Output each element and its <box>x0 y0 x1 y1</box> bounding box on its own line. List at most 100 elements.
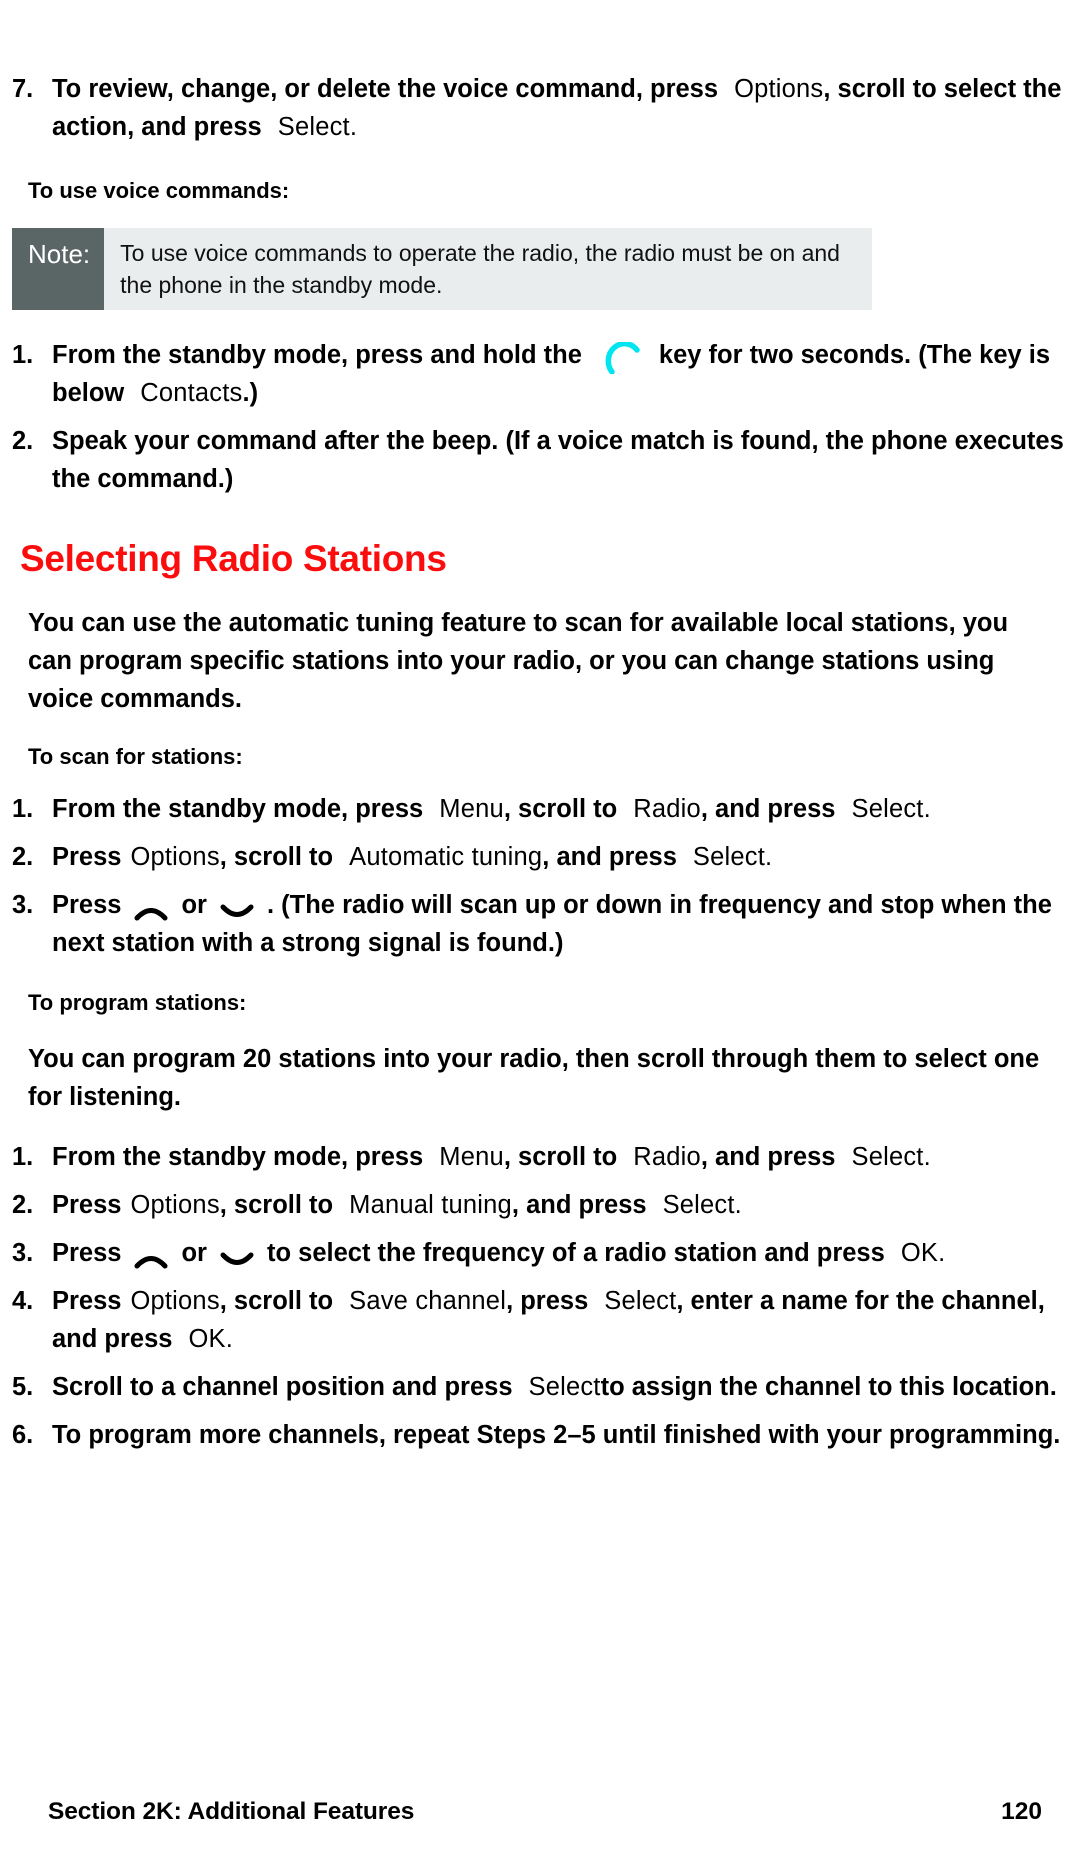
step-text-part4: . <box>765 843 773 871</box>
step-number: 6. <box>12 1421 34 1449</box>
step-text-part1: Scroll to a channel position and press <box>52 1373 513 1401</box>
step-text-mid: or <box>181 1239 207 1267</box>
scan-step-3: 3. Press or. (The radio will scan up or d… <box>0 886 1080 962</box>
step-text-part2: , scroll to <box>503 795 618 823</box>
nav-down-icon <box>220 1244 254 1266</box>
step-text: Speak your command after the beep. (If a… <box>52 427 1064 493</box>
step-text: Scroll to a channel position and press Se… <box>52 1368 1080 1406</box>
step-number: 7. <box>12 75 34 103</box>
nav-up-icon <box>134 1244 168 1269</box>
subheading-program-stations: To program stations: <box>28 990 247 1015</box>
step-text-part3: . <box>349 113 358 141</box>
softkey-menu: Menu <box>439 1143 504 1171</box>
nav-down-icon <box>220 896 254 918</box>
step-text-part3: , and press <box>542 843 677 871</box>
softkey-menu: Menu <box>439 795 504 823</box>
program-step-5: 5. Scroll to a channel position and pres… <box>0 1368 1080 1406</box>
step-text-part1: Press <box>52 1287 122 1315</box>
softkey-select: Select <box>851 1143 924 1171</box>
intro-paragraph: You can use the automatic tuning feature… <box>28 609 1009 713</box>
step-text-part1: Press <box>52 843 122 871</box>
voice-step-2: 2. Speak your command after the beep. (I… <box>0 422 1080 498</box>
step-text-part4: . <box>734 1191 742 1219</box>
subheading-use-voice-commands: To use voice commands: <box>28 178 290 203</box>
note-callout: Note: To use voice commands to operate t… <box>12 228 872 310</box>
step-text: To program more channels, repeat Steps 2… <box>52 1416 1080 1454</box>
softkey-save-channel: Save channel <box>349 1287 507 1315</box>
softkey-ok: OK <box>188 1325 226 1353</box>
step-number: 3. <box>12 891 34 919</box>
step-text-part1: Press <box>52 1239 122 1267</box>
step-text-part1: To review, change, or delete the voice c… <box>52 75 719 103</box>
step-text-part2: to select the frequency of a radio stati… <box>266 1239 885 1267</box>
step-number: 1. <box>12 341 34 369</box>
step-text: From the standby mode, press Menu, scroll… <box>52 1138 1080 1176</box>
program-step-4: 4. Press Options, scroll to Save channel, … <box>0 1282 1080 1358</box>
softkey-automatic-tuning: Automatic tuning <box>349 843 543 871</box>
softkey-select: Select <box>851 795 924 823</box>
note-label: Note: <box>12 228 105 310</box>
step-text-part1: Press <box>52 891 122 919</box>
page-title: Selecting Radio Stations <box>20 538 447 579</box>
nav-up-icon <box>134 896 168 921</box>
step-number: 2. <box>12 843 34 871</box>
subheading-scan-for-stations: To scan for stations: <box>28 744 243 769</box>
softkey-options: Options <box>130 1287 220 1315</box>
softkey-radio: Radio <box>633 795 701 823</box>
talk-key-icon <box>604 341 644 376</box>
step-text-part3: , and press <box>700 1143 836 1171</box>
step-text: Press Options, scroll to Automatic tuning,… <box>52 838 1080 876</box>
step-number: 2. <box>12 1191 34 1219</box>
program-intro-paragraph: You can program 20 stations into your ra… <box>28 1045 1040 1111</box>
step-text: Press Options, scroll to Save channel, pre… <box>52 1282 1080 1358</box>
step-text-part2: , scroll to <box>219 1191 334 1219</box>
step-text-part2: to assign the channel to this location. <box>600 1373 1057 1401</box>
step-text: Press Options, scroll to Manual tuning, an… <box>52 1186 1080 1224</box>
step-text: To review, change, or delete the voice c… <box>52 70 1080 146</box>
step-text-part2: 5 until finished with your programming. <box>581 1421 1061 1449</box>
step-number: 3. <box>12 1239 34 1267</box>
softkey-contacts: Contacts <box>140 379 243 407</box>
step-text-dash: – <box>567 1421 582 1449</box>
scan-step-1: 1. From the standby mode, press Menu, scr… <box>0 790 1080 828</box>
step-text-part3: , and press <box>511 1191 647 1219</box>
step-text: From the standby mode, press Menu, scroll… <box>52 790 1080 828</box>
step-text: From the standby mode, press and hold th… <box>52 336 1080 412</box>
program-step-2: 2. Press Options, scroll to Manual tuning,… <box>0 1186 1080 1224</box>
program-step-6: 6. To program more channels, repeat Step… <box>0 1416 1080 1454</box>
softkey-select: Select <box>277 113 350 141</box>
step-text-part3: . <box>938 1239 946 1267</box>
step-text: Press or to select the frequency of a radi… <box>52 1234 1080 1272</box>
scan-step-2: 2. Press Options, scroll to Automatic tuni… <box>0 838 1080 876</box>
step-text-mid: or <box>181 891 207 919</box>
step-number: 5. <box>12 1373 34 1401</box>
softkey-options: Options <box>130 1191 220 1219</box>
step-text-part1: From the standby mode, press <box>52 1143 424 1171</box>
voice-step-1: 1. From the standby mode, press and hold… <box>0 336 1080 412</box>
softkey-options: Options <box>130 843 220 871</box>
step-text-part1: From the standby mode, press <box>52 795 424 823</box>
step-7-voice-command: 7. To review, change, or delete the voic… <box>0 70 1080 146</box>
step-text-part1: To program more channels, repeat Steps 2 <box>52 1421 568 1449</box>
manual-page: 7. To review, change, or delete the voic… <box>0 70 1080 1870</box>
step-text-part1: Press <box>52 1191 122 1219</box>
step-number: 1. <box>12 795 34 823</box>
step-text-part4: . <box>923 795 931 823</box>
program-step-3: 3. Press or to select the frequency of a r… <box>0 1234 1080 1272</box>
softkey-select: Select <box>604 1287 677 1315</box>
footer-section-label: Section 2K: Additional Features <box>48 1798 415 1825</box>
step-text: Press or. (The radio will scan up or down… <box>52 886 1080 962</box>
page-footer: Section 2K: Additional Features 120 <box>0 1798 1080 1826</box>
step-text-part2: , scroll to <box>219 843 334 871</box>
page-number: 120 <box>1001 1798 1042 1825</box>
note-text: To use voice commands to operate the rad… <box>120 240 840 298</box>
softkey-select: Select <box>692 843 765 871</box>
step-number: 4. <box>12 1287 34 1315</box>
softkey-manual-tuning: Manual tuning <box>349 1191 512 1219</box>
program-step-1: 1. From the standby mode, press Menu, scr… <box>0 1138 1080 1176</box>
softkey-ok: OK <box>900 1239 939 1267</box>
softkey-radio: Radio <box>633 1143 701 1171</box>
step-text-part2: , scroll to <box>503 1143 618 1171</box>
step-text-part4: . <box>923 1143 931 1171</box>
step-text-part1: From the standby mode, press and hold th… <box>52 341 582 369</box>
